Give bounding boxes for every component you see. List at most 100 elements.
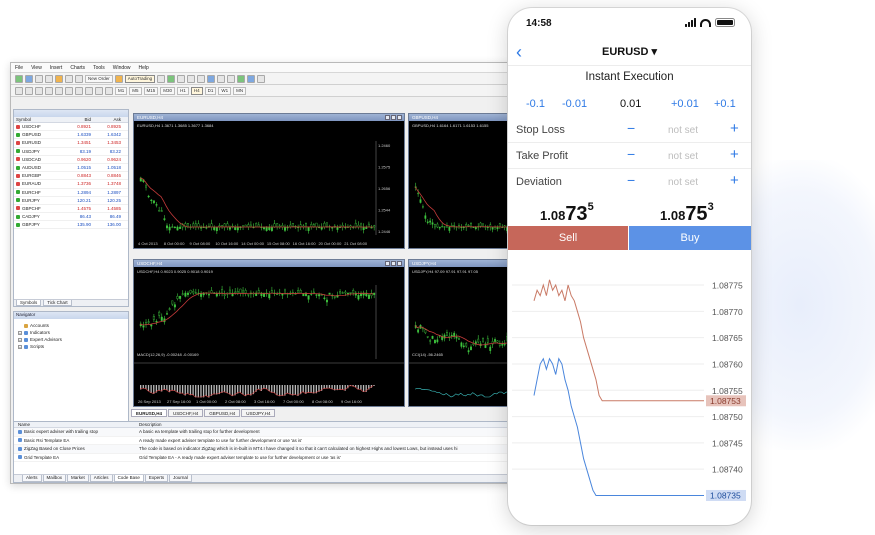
templates-icon[interactable] xyxy=(257,74,266,83)
indicators-icon[interactable] xyxy=(237,74,246,83)
volume-plus-0.01-button[interactable]: +0.01 xyxy=(671,98,699,110)
tab-mailbox[interactable]: Mailbox xyxy=(42,475,67,482)
menu-tools[interactable]: Tools xyxy=(93,65,105,71)
menu-file[interactable]: File xyxy=(15,65,23,71)
tab-code-base[interactable]: Code Base xyxy=(113,475,144,482)
col-bid[interactable]: Bid xyxy=(64,117,94,122)
volume-minus-0.01-button[interactable]: -0.01 xyxy=(562,98,587,110)
code-base-row[interactable]: Grid Template EA Grid Template EA - A rea… xyxy=(14,454,568,462)
chart-window-eurusd[interactable]: EURUSD,H4 EURUSD,H4 1.3671 1.3685 1.3677… xyxy=(133,113,405,249)
label-icon[interactable] xyxy=(95,86,103,95)
tab-experts[interactable]: Experts xyxy=(144,475,169,482)
menu-view[interactable]: View xyxy=(31,65,42,71)
market-watch-row[interactable]: EURUSD 1.3451 1.3453 xyxy=(14,139,128,148)
market-watch-row[interactable]: AUDUSD 1.0515 1.0518 xyxy=(14,164,128,173)
cursor-icon[interactable] xyxy=(15,86,23,95)
timeframe-m15[interactable]: M15 xyxy=(143,86,159,95)
market-watch-row[interactable]: USDCHF 0.8921 0.8925 xyxy=(14,123,128,132)
crosshair-icon[interactable] xyxy=(25,86,33,95)
stop-loss-plus-icon[interactable]: + xyxy=(730,120,739,137)
chart-title-bar[interactable]: EURUSD,H4 xyxy=(134,114,404,121)
periods-icon[interactable] xyxy=(247,74,256,83)
zoom-out-icon[interactable] xyxy=(197,74,206,83)
metaeditor-icon[interactable] xyxy=(114,74,123,83)
nav-scripts[interactable]: + Scripts xyxy=(18,343,128,350)
data-window-icon[interactable] xyxy=(45,74,53,83)
chart-window-usdchf[interactable]: USDCHF,H4 USDCHF,H4 0.9023 0.9025 0.9018… xyxy=(133,259,405,407)
timeframe-w1[interactable]: W1 xyxy=(218,86,232,95)
stop-loss-minus-icon[interactable]: − xyxy=(627,120,635,136)
market-watch-icon[interactable] xyxy=(35,74,43,83)
terminal-icon[interactable] xyxy=(65,74,73,83)
buy-button[interactable]: Buy xyxy=(629,226,751,250)
code-base-row[interactable]: Basic Rsi Template EA A ready made expert… xyxy=(14,437,568,445)
chart-title-bar[interactable]: USDCHF,H4 xyxy=(134,260,404,267)
symbol-selector[interactable]: EURUSD ▾ xyxy=(508,45,751,58)
expand-icon[interactable]: + xyxy=(18,337,22,342)
close-icon[interactable] xyxy=(397,115,402,120)
market-watch-row[interactable]: GBPCHF 1.4575 1.4585 xyxy=(14,205,128,214)
expand-icon[interactable]: + xyxy=(18,344,22,349)
arrows-icon[interactable] xyxy=(105,86,113,95)
take-profit-input[interactable]: not set xyxy=(668,151,698,162)
profiles-icon[interactable] xyxy=(25,74,33,83)
timeframe-h4[interactable]: H4 xyxy=(190,86,203,95)
menu-help[interactable]: Help xyxy=(139,65,149,71)
fibonacci-icon[interactable] xyxy=(75,86,83,95)
col-ask[interactable]: Ask xyxy=(94,117,124,122)
take-profit-plus-icon[interactable]: + xyxy=(730,146,739,163)
tile-windows-icon[interactable] xyxy=(207,74,216,83)
market-watch-row[interactable]: USDCAD 0.9620 0.9624 xyxy=(14,156,128,164)
expand-icon[interactable]: + xyxy=(18,330,22,335)
vertical-line-icon[interactable] xyxy=(35,86,43,95)
navigator-icon[interactable] xyxy=(55,74,63,83)
market-watch-row[interactable]: GBPUSD 1.6339 1.6342 xyxy=(14,131,128,140)
timeframe-d1[interactable]: D1 xyxy=(204,86,217,95)
tab-tick-chart[interactable]: Tick Chart xyxy=(43,300,72,306)
volume-plus-0.1-button[interactable]: +0.1 xyxy=(714,98,736,110)
horizontal-line-icon[interactable] xyxy=(45,86,53,95)
tab-articles[interactable]: Articles xyxy=(89,475,113,482)
new-chart-icon[interactable] xyxy=(15,74,23,83)
minimize-icon[interactable] xyxy=(385,261,390,266)
market-watch-row[interactable]: CADJPY 86.43 86.49 xyxy=(14,213,128,222)
market-watch-row[interactable]: EURCHF 1.2894 1.2897 xyxy=(14,189,128,197)
col-name[interactable]: Name xyxy=(14,422,139,427)
chart-shift-icon[interactable] xyxy=(227,74,236,83)
nav-expert-advisors[interactable]: + Expert Advisors xyxy=(18,336,128,343)
bar-chart-icon[interactable] xyxy=(157,74,166,83)
chart-tab-gbpusd[interactable]: GBPUSD,H4 xyxy=(204,409,241,417)
timeframe-m1[interactable]: M1 xyxy=(115,86,128,95)
market-watch-row[interactable]: USDJPY 83.19 83.22 xyxy=(14,148,128,156)
stop-loss-input[interactable]: not set xyxy=(668,125,698,136)
execution-type[interactable]: Instant Execution xyxy=(508,71,751,83)
tester-icon[interactable] xyxy=(75,74,83,83)
nav-accounts[interactable]: Accounts xyxy=(18,322,128,329)
menu-window[interactable]: Window xyxy=(113,65,131,71)
trendline-icon[interactable] xyxy=(55,86,63,95)
code-base-row[interactable]: ZigZag Based on Close Prices The code is … xyxy=(14,445,568,454)
volume-value[interactable]: 0.01 xyxy=(620,98,641,110)
tab-symbols[interactable]: Symbols xyxy=(16,300,42,306)
nav-indicators[interactable]: + Indicators xyxy=(18,329,128,336)
sell-button[interactable]: Sell xyxy=(508,226,628,250)
menu-insert[interactable]: Insert xyxy=(50,65,63,71)
take-profit-minus-icon[interactable]: − xyxy=(627,146,635,162)
market-watch-row[interactable]: EURGBP 0.8843 0.8846 xyxy=(14,172,128,181)
tick-chart[interactable]: 1.087751.087701.087651.087601.087551.087… xyxy=(508,256,751,511)
auto-scroll-icon[interactable] xyxy=(217,74,226,83)
tab-journal[interactable]: Journal xyxy=(169,475,192,482)
chart-tab-eurusd[interactable]: EURUSD,H4 xyxy=(131,409,168,417)
market-watch-row[interactable]: GBPJPY 135.90 136.00 xyxy=(14,221,128,230)
col-description[interactable]: Description xyxy=(139,422,568,427)
tab-market[interactable]: Market xyxy=(67,475,89,482)
volume-minus-0.1-button[interactable]: -0.1 xyxy=(526,98,545,110)
candle-chart-icon[interactable] xyxy=(167,74,176,83)
deviation-minus-icon[interactable]: − xyxy=(627,172,635,188)
timeframe-m30[interactable]: M30 xyxy=(160,86,176,95)
deviation-input[interactable]: not set xyxy=(668,177,698,188)
chart-tab-usdjpy[interactable]: USDJPY,H4 xyxy=(241,409,276,417)
market-watch-row[interactable]: EURAUD 1.3736 1.3748 xyxy=(14,180,128,189)
zoom-in-icon[interactable] xyxy=(187,74,196,83)
tab-alerts[interactable]: Alerts xyxy=(22,475,42,482)
